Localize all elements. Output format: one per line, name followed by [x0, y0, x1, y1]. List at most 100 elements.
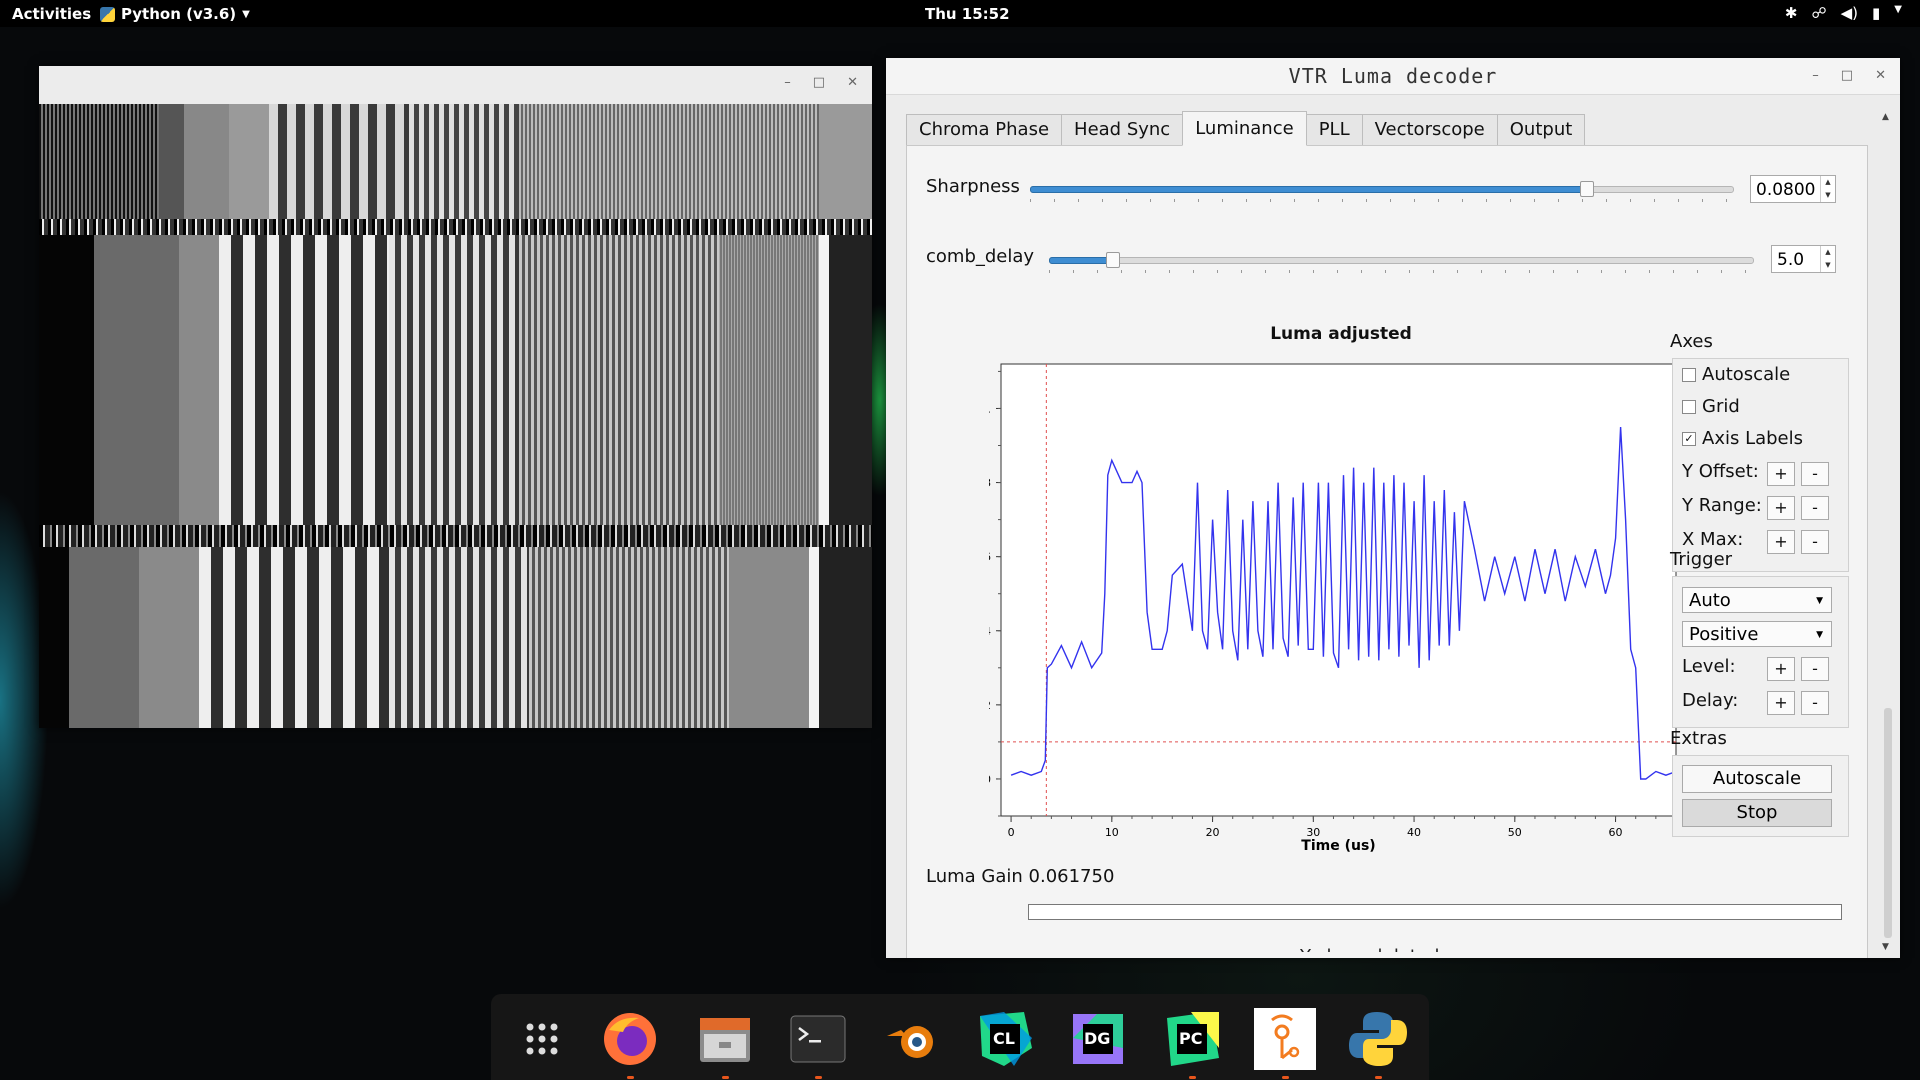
sharpness-slider-handle[interactable]	[1580, 181, 1595, 197]
app-menu[interactable]: Python (v3.6) ▼	[100, 5, 250, 23]
tab-head-sync[interactable]: Head Sync	[1061, 114, 1184, 146]
grid-checkbox[interactable]: Grid	[1682, 396, 1740, 417]
checkbox-box[interactable]	[1682, 399, 1696, 414]
luma-gain-label: Luma Gain 0.061750	[926, 866, 1115, 887]
checkbox-box[interactable]	[1682, 367, 1696, 382]
network-icon: ☍	[1811, 4, 1827, 22]
chevron-down-icon: ▼	[242, 8, 250, 20]
python-icon[interactable]	[1347, 1008, 1409, 1079]
x-tick-label: 20	[1206, 826, 1220, 839]
y-tick-label: 1	[989, 402, 991, 415]
datagrip-icon[interactable]: DG	[1067, 1008, 1129, 1070]
comb-delay-label: comb_delay	[926, 246, 1035, 267]
comb-delay-spinbox[interactable]: 5.0 ▲ ▼	[1771, 245, 1836, 273]
sharpness-slider[interactable]	[1030, 181, 1734, 203]
x-tick-label: 10	[1105, 826, 1119, 839]
y-offset-plus-button[interactable]: +	[1767, 462, 1795, 486]
level-plus-button[interactable]: +	[1767, 657, 1795, 681]
x-tick-label: 0	[1008, 826, 1015, 839]
y-tick-label: 0.8	[989, 477, 991, 490]
sharpness-value: 0.0800	[1756, 180, 1816, 200]
autoscale-button[interactable]: Autoscale	[1682, 765, 1832, 793]
blender-icon[interactable]	[881, 1008, 943, 1070]
y-offset-minus-button[interactable]: -	[1801, 462, 1829, 486]
trigger-slope-value: Positive	[1689, 624, 1759, 645]
next-plot-title-cutoff: Y_demodulated	[1300, 944, 1439, 952]
python-icon	[100, 6, 115, 22]
spin-up-icon[interactable]: ▲	[1825, 248, 1830, 256]
scrollbar-thumb[interactable]	[1884, 708, 1892, 938]
gnuradio-icon[interactable]	[1254, 1008, 1316, 1079]
sharpness-label: Sharpness	[926, 176, 1020, 197]
scroll-down-icon[interactable]: ▼	[1882, 942, 1889, 952]
check-icon[interactable]: ✓	[1682, 431, 1696, 446]
close-icon[interactable]: ✕	[847, 75, 858, 90]
maximize-icon[interactable]: □	[813, 75, 825, 90]
x-max-plus-button[interactable]: +	[1767, 530, 1795, 554]
tab-vectorscope[interactable]: Vectorscope	[1361, 114, 1498, 146]
x-max-label: X Max:	[1682, 529, 1744, 550]
delay-label: Delay:	[1682, 690, 1739, 711]
video-window-titlebar[interactable]: – □ ✕	[39, 66, 872, 105]
maximize-icon[interactable]: □	[1841, 68, 1853, 83]
tab-bar: Chroma Phase Head Sync Luminance PLL Vec…	[906, 111, 1586, 146]
scroll-up-icon[interactable]: ▲	[1882, 112, 1889, 122]
y-tick-label: 0.2	[989, 699, 991, 712]
volume-icon: ◀)	[1840, 4, 1859, 22]
dock: CL DG PC	[491, 994, 1429, 1080]
y-range-plus-button[interactable]: +	[1767, 496, 1795, 520]
tab-chroma-phase[interactable]: Chroma Phase	[906, 114, 1063, 146]
video-window[interactable]: – □ ✕	[39, 66, 872, 728]
video-frame	[39, 104, 872, 728]
close-icon[interactable]: ✕	[1875, 68, 1886, 83]
system-tray[interactable]: ✱ ☍ ◀) ▮ ▼	[1785, 4, 1902, 22]
x-max-minus-button[interactable]: -	[1801, 530, 1829, 554]
y-range-minus-button[interactable]: -	[1801, 496, 1829, 520]
comb-delay-slider-handle[interactable]	[1106, 252, 1121, 268]
axis-labels-checkbox[interactable]: ✓ Axis Labels	[1682, 428, 1803, 449]
pycharm-icon[interactable]: PC	[1161, 1008, 1223, 1079]
luma-plot[interactable]: 00.20.40.60.81 0102030405060 Time (us) A…	[989, 324, 1693, 864]
stop-button[interactable]: Stop	[1682, 799, 1832, 827]
spin-down-icon[interactable]: ▼	[1825, 261, 1830, 269]
autoscale-checkbox[interactable]: Autoscale	[1682, 364, 1790, 385]
firefox-icon[interactable]	[599, 1008, 661, 1079]
delay-plus-button[interactable]: +	[1767, 691, 1795, 715]
minimize-icon[interactable]: –	[1812, 68, 1819, 83]
trigger-mode-dropdown[interactable]: Auto ▼	[1682, 587, 1832, 613]
x-tick-label: 40	[1407, 826, 1421, 839]
luma-plot-svg: 00.20.40.60.81 0102030405060 Time (us) A…	[989, 363, 1677, 854]
tab-pll[interactable]: PLL	[1305, 114, 1363, 146]
top-bar: Activities Python (v3.6) ▼ Thu 15:52 ✱ ☍…	[0, 0, 1920, 27]
sharpness-spinbox[interactable]: 0.0800 ▲ ▼	[1750, 175, 1836, 203]
y-offset-label: Y Offset:	[1682, 461, 1759, 482]
minimize-icon[interactable]: –	[784, 75, 791, 90]
terminal-icon[interactable]	[787, 1008, 849, 1079]
luma-gain-bar	[1028, 904, 1842, 920]
trigger-slope-dropdown[interactable]: Positive ▼	[1682, 621, 1832, 647]
axes-heading: Axes	[1670, 331, 1713, 352]
x-tick-label: 50	[1508, 826, 1522, 839]
clock[interactable]: Thu 15:52	[925, 5, 1010, 23]
spin-down-icon[interactable]: ▼	[1825, 191, 1830, 199]
spin-up-icon[interactable]: ▲	[1825, 178, 1830, 186]
extras-heading: Extras	[1670, 728, 1727, 749]
vertical-scrollbar[interactable]: ▲ ▼	[1876, 108, 1900, 956]
bluetooth-icon: ✱	[1784, 4, 1798, 22]
chevron-down-icon: ▼	[1894, 4, 1902, 15]
chevron-down-icon: ▼	[1816, 630, 1823, 640]
delay-minus-button[interactable]: -	[1801, 691, 1829, 715]
chevron-down-icon: ▼	[1816, 596, 1823, 606]
level-minus-button[interactable]: -	[1801, 657, 1829, 681]
clion-icon[interactable]: CL	[974, 1008, 1036, 1070]
tab-luminance[interactable]: Luminance	[1182, 111, 1307, 146]
vtr-luma-decoder-window[interactable]: VTR Luma decoder – □ ✕ ▲ ▼ Chroma Phase …	[886, 58, 1900, 958]
svg-text:DG: DG	[1084, 1029, 1110, 1048]
files-icon[interactable]	[694, 1008, 756, 1079]
activities-button[interactable]: Activities	[12, 5, 91, 23]
show-apps-icon[interactable]	[511, 1008, 573, 1070]
decoder-window-titlebar[interactable]: VTR Luma decoder – □ ✕	[886, 58, 1900, 95]
comb-delay-slider[interactable]	[1049, 252, 1754, 274]
tab-output[interactable]: Output	[1496, 114, 1586, 146]
trigger-mode-value: Auto	[1689, 590, 1731, 611]
